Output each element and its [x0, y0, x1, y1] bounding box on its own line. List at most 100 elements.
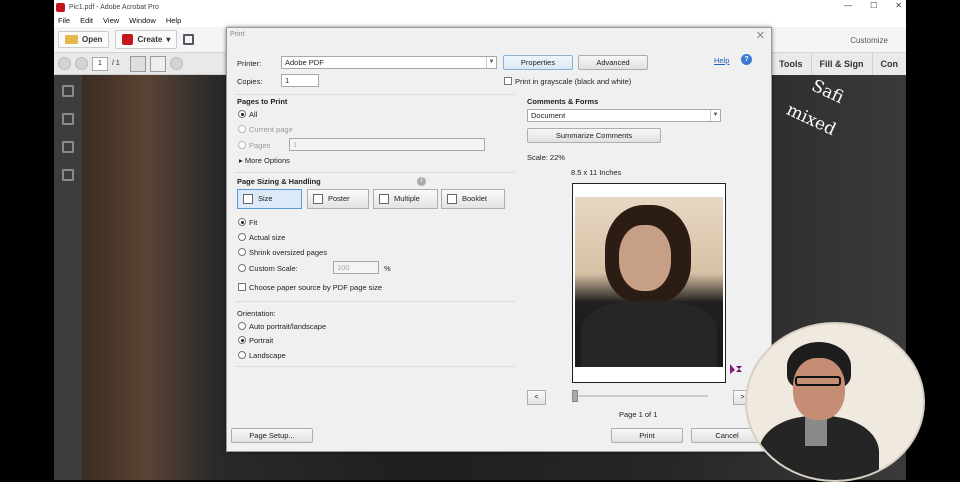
bookmark-icon[interactable] [62, 113, 74, 125]
page-total: / 1 [112, 60, 120, 67]
page-number-input[interactable]: 1 [92, 56, 108, 71]
copies-value: 1 [285, 76, 290, 85]
signature-icon[interactable] [62, 169, 74, 181]
tab-booklet[interactable]: Booklet [441, 189, 505, 209]
custom-scale-value: 100 [337, 263, 350, 272]
orientation-heading: Orientation: [237, 309, 276, 318]
customize-menu[interactable]: Customize [850, 36, 888, 45]
preview-slider-thumb[interactable] [572, 390, 578, 402]
tab-size[interactable]: Size [237, 189, 302, 209]
booklet-icon [447, 194, 457, 204]
more-options-toggle[interactable]: ▸ More Options [239, 156, 290, 165]
portrait-radio[interactable] [238, 336, 246, 344]
percent-label: % [384, 264, 391, 273]
tab-multiple[interactable]: Multiple [373, 189, 438, 209]
open-button[interactable]: Open [58, 31, 110, 48]
create-label: Create [137, 35, 163, 44]
select-tool-icon[interactable] [129, 55, 146, 72]
print-dialog: Print ✕ Printer: Adobe PDF ▼ Properties A… [226, 27, 772, 452]
actual-size-label: Actual size [249, 233, 286, 242]
print-button[interactable]: Print [611, 428, 683, 443]
page-setup-button[interactable]: Page Setup... [231, 428, 313, 443]
close-icon[interactable]: ✕ [756, 29, 765, 42]
help-link[interactable]: Help [714, 56, 729, 65]
bottom-section-divider [235, 366, 515, 367]
navigation-pane [54, 75, 82, 480]
tab-poster[interactable]: Poster [307, 189, 369, 209]
presenter-webcam-overlay [745, 322, 925, 482]
landscape-radio[interactable] [238, 351, 246, 359]
tab-tools[interactable]: Tools [770, 53, 811, 75]
comments-heading: Comments & Forms [527, 97, 599, 106]
fit-radio[interactable] [238, 218, 246, 226]
shrink-radio[interactable] [238, 248, 246, 256]
scale-readout: Scale: 22% [527, 153, 565, 162]
grayscale-label: Print in grayscale (black and white) [515, 77, 632, 86]
prev-page-icon[interactable] [58, 57, 71, 70]
comments-select[interactable]: Document ▼ [527, 109, 721, 122]
save-icon[interactable] [183, 34, 195, 45]
menu-file[interactable]: File [58, 16, 70, 25]
folder-icon [65, 35, 78, 44]
current-page-radio[interactable] [238, 125, 246, 133]
open-label: Open [82, 35, 103, 44]
paper-source-checkbox[interactable] [238, 283, 246, 291]
create-icon [122, 34, 134, 45]
summarize-comments-button[interactable]: Summarize Comments [527, 128, 661, 143]
copies-label: Copies: [237, 77, 263, 86]
tab-fill-sign[interactable]: Fill & Sign [810, 53, 872, 75]
menu-view[interactable]: View [103, 16, 119, 25]
chevron-down-icon: ▾ [166, 35, 171, 44]
next-page-icon[interactable] [75, 57, 88, 70]
copies-input[interactable]: 1 [281, 74, 319, 87]
actual-size-radio[interactable] [238, 233, 246, 241]
fit-label: Fit [249, 218, 258, 227]
printer-select[interactable]: Adobe PDF ▼ [281, 56, 497, 69]
window-controls: — ☐ ✕ [844, 1, 902, 10]
custom-scale-input[interactable]: 100 [333, 261, 379, 274]
orientation-section-divider [235, 301, 515, 302]
preview-slider-track[interactable] [572, 395, 708, 397]
advanced-button[interactable]: Advanced [578, 55, 648, 70]
zoom-out-icon[interactable] [169, 57, 183, 70]
sizing-section-divider [235, 172, 515, 173]
tab-poster-label: Poster [328, 194, 350, 203]
info-icon[interactable]: i [417, 177, 426, 186]
auto-orientation-label: Auto portrait/landscape [249, 322, 327, 331]
auto-orientation-radio[interactable] [238, 322, 246, 330]
menu-edit[interactable]: Edit [80, 16, 93, 25]
chevron-down-icon: ▼ [710, 110, 720, 121]
tab-comment[interactable]: Con [871, 53, 906, 75]
pages-icon[interactable] [62, 85, 74, 97]
pages-range-radio[interactable] [238, 141, 246, 149]
attachment-icon[interactable] [62, 141, 74, 153]
properties-button[interactable]: Properties [503, 55, 573, 70]
menu-window[interactable]: Window [129, 16, 156, 25]
custom-scale-radio[interactable] [238, 264, 246, 272]
custom-scale-label: Custom Scale: [249, 264, 298, 273]
print-preview [572, 183, 726, 383]
help-icon[interactable]: ? [741, 54, 752, 65]
paper-source-label: Choose paper source by PDF page size [249, 283, 382, 292]
pages-section-divider [235, 94, 515, 95]
minimize-icon[interactable]: — [844, 1, 852, 10]
paper-size-label: 8.5 x 11 Inches [571, 168, 622, 177]
create-button[interactable]: Create ▾ [115, 30, 178, 49]
grayscale-checkbox[interactable] [504, 77, 512, 85]
prev-preview-button[interactable]: < [527, 390, 546, 405]
printer-value: Adobe PDF [285, 58, 324, 67]
menu-help[interactable]: Help [166, 16, 181, 25]
pages-range-label: Pages [249, 141, 271, 150]
multiple-icon [379, 194, 389, 204]
tab-multiple-label: Multiple [394, 194, 420, 203]
close-icon[interactable]: ✕ [895, 1, 902, 10]
poster-icon [313, 194, 323, 204]
landscape-label: Landscape [249, 351, 286, 360]
channel-watermark-logo: Safi mixed [783, 76, 853, 152]
all-pages-label: All [249, 110, 258, 119]
all-pages-radio[interactable] [238, 110, 246, 118]
shrink-label: Shrink oversized pages [249, 248, 327, 257]
hand-tool-icon[interactable] [149, 55, 166, 72]
maximize-icon[interactable]: ☐ [870, 1, 877, 10]
pages-range-input[interactable]: 1 [289, 138, 485, 151]
